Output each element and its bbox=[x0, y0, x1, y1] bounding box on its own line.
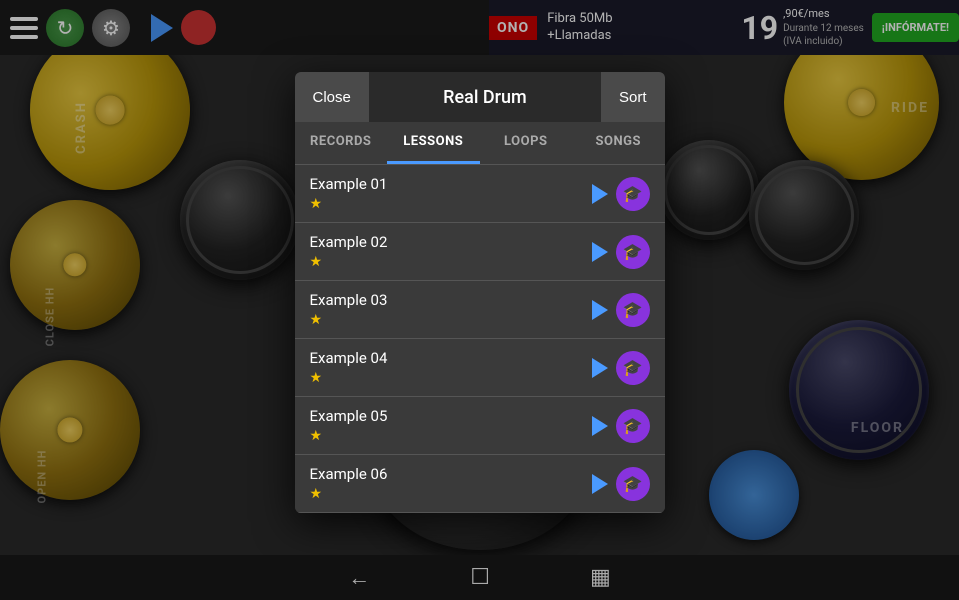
list-item-info: Example 01 ★ bbox=[310, 175, 592, 212]
list-item[interactable]: Example 01 ★ 🎓 bbox=[295, 165, 665, 223]
list-item-actions: 🎓 bbox=[592, 293, 650, 327]
list-item[interactable]: Example 03 ★ 🎓 bbox=[295, 281, 665, 339]
list-item[interactable]: Example 05 ★ 🎓 bbox=[295, 397, 665, 455]
lesson-button[interactable]: 🎓 bbox=[616, 177, 650, 211]
list-item-actions: 🎓 bbox=[592, 467, 650, 501]
list-item-info: Example 02 ★ bbox=[310, 233, 592, 270]
play-lesson-button[interactable] bbox=[592, 474, 608, 494]
home-button[interactable]: ☐ bbox=[470, 565, 490, 590]
list-item[interactable]: Example 02 ★ 🎓 bbox=[295, 223, 665, 281]
modal-overlay: Close Real Drum Sort RECORDS LESSONS LOO… bbox=[0, 0, 959, 555]
list-item-info: Example 04 ★ bbox=[310, 349, 592, 386]
list-item-name: Example 03 bbox=[310, 291, 592, 309]
play-lesson-button[interactable] bbox=[592, 184, 608, 204]
list-item-info: Example 05 ★ bbox=[310, 407, 592, 444]
lesson-button[interactable]: 🎓 bbox=[616, 235, 650, 269]
list-item-star: ★ bbox=[310, 370, 592, 386]
list-item-actions: 🎓 bbox=[592, 351, 650, 385]
play-lesson-button[interactable] bbox=[592, 242, 608, 262]
modal-tabs: RECORDS LESSONS LOOPS SONGS bbox=[295, 122, 665, 165]
play-lesson-button[interactable] bbox=[592, 358, 608, 378]
list-item-info: Example 06 ★ bbox=[310, 465, 592, 502]
tab-lessons[interactable]: LESSONS bbox=[387, 122, 480, 164]
list-item-actions: 🎓 bbox=[592, 235, 650, 269]
modal-title: Real Drum bbox=[369, 87, 601, 108]
tab-loops[interactable]: LOOPS bbox=[480, 122, 573, 164]
list-item-star: ★ bbox=[310, 254, 592, 270]
tab-songs[interactable]: SONGS bbox=[572, 122, 665, 164]
close-button[interactable]: Close bbox=[295, 72, 369, 122]
back-button[interactable]: ← bbox=[348, 565, 370, 591]
list-item-name: Example 05 bbox=[310, 407, 592, 425]
recent-button[interactable]: ▦ bbox=[590, 565, 611, 590]
lesson-button[interactable]: 🎓 bbox=[616, 467, 650, 501]
list-item-actions: 🎓 bbox=[592, 409, 650, 443]
list-item-name: Example 04 bbox=[310, 349, 592, 367]
list-item-name: Example 06 bbox=[310, 465, 592, 483]
list-item-star: ★ bbox=[310, 428, 592, 444]
list-item-name: Example 01 bbox=[310, 175, 592, 193]
list-item-star: ★ bbox=[310, 312, 592, 328]
list-item-name: Example 02 bbox=[310, 233, 592, 251]
list-item[interactable]: Example 04 ★ 🎓 bbox=[295, 339, 665, 397]
modal-dialog: Close Real Drum Sort RECORDS LESSONS LOO… bbox=[295, 72, 665, 513]
sort-button[interactable]: Sort bbox=[601, 72, 665, 122]
list-item[interactable]: Example 06 ★ 🎓 bbox=[295, 455, 665, 513]
list-item-actions: 🎓 bbox=[592, 177, 650, 211]
lesson-button[interactable]: 🎓 bbox=[616, 293, 650, 327]
bottom-nav: ← ☐ ▦ bbox=[0, 555, 959, 600]
list-item-star: ★ bbox=[310, 196, 592, 212]
list-item-info: Example 03 ★ bbox=[310, 291, 592, 328]
tab-records[interactable]: RECORDS bbox=[295, 122, 388, 164]
lesson-button[interactable]: 🎓 bbox=[616, 351, 650, 385]
lesson-list: Example 01 ★ 🎓 Example 02 ★ 🎓 Example 03… bbox=[295, 165, 665, 513]
list-item-star: ★ bbox=[310, 486, 592, 502]
lesson-button[interactable]: 🎓 bbox=[616, 409, 650, 443]
play-lesson-button[interactable] bbox=[592, 300, 608, 320]
play-lesson-button[interactable] bbox=[592, 416, 608, 436]
modal-header: Close Real Drum Sort bbox=[295, 72, 665, 122]
